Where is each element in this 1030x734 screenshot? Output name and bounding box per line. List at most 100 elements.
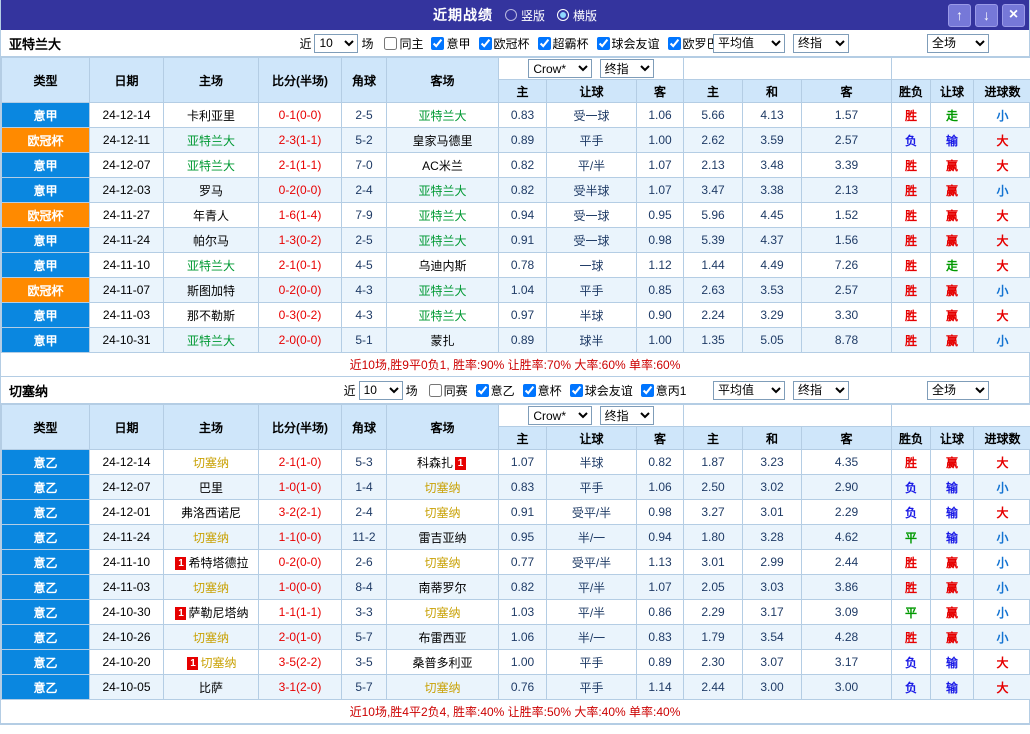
team-label: 切塞纳 <box>192 530 229 545</box>
avg-home: 2.24 <box>683 302 744 328</box>
league-filter-checkbox[interactable] <box>478 36 492 50</box>
league-filter-checkbox[interactable] <box>569 383 583 397</box>
odds-period-select[interactable]: 终指 <box>599 59 654 78</box>
score-cell: 1-0(0-0) <box>258 574 342 600</box>
league-filter[interactable]: 同赛 <box>428 382 468 399</box>
match-row: 意乙 24-10-26 切塞纳 2-0(1-0) 5-7 布雷西亚 1.06 半/一 0.83 1… <box>1 624 1030 650</box>
match-count-select[interactable]: 10 <box>314 33 359 53</box>
corner-cell: 7-0 <box>341 152 387 178</box>
home-team-cell: 比萨 <box>163 674 259 700</box>
result-wdl: 胜 <box>891 227 932 253</box>
col-result-handicap: 让球 <box>930 79 975 103</box>
team-label: 那不勒斯 <box>186 308 235 323</box>
odds-source-select[interactable]: Crow* <box>528 59 593 78</box>
league-filter-checkbox[interactable] <box>667 36 681 50</box>
avg-period-select[interactable]: 终指 <box>793 33 849 53</box>
games-label: 场 <box>405 383 418 398</box>
result-goals: 大 <box>973 127 1030 153</box>
result-wdl: 胜 <box>891 574 932 600</box>
result-wdl: 负 <box>891 474 932 500</box>
col-date: 日期 <box>89 404 164 450</box>
layout-option-horizontal[interactable]: 横版 <box>557 7 597 24</box>
corner-cell: 3-3 <box>341 599 387 625</box>
col-odds-home: 主 <box>498 79 547 103</box>
scope-select[interactable]: 全场 <box>927 33 989 53</box>
corner-cell: 2-4 <box>341 499 387 525</box>
corner-cell: 8-4 <box>341 574 387 600</box>
away-team-cell: AC米兰 <box>386 152 499 178</box>
league-filter-checkbox[interactable] <box>428 383 442 397</box>
league-filter[interactable]: 球会友谊 <box>569 382 633 399</box>
result-goals: 大 <box>973 649 1030 675</box>
league-filter-label: 意杯 <box>537 383 562 398</box>
league-filter[interactable]: 意甲 <box>431 35 471 52</box>
match-count-select[interactable]: 10 <box>358 380 403 400</box>
league-filter[interactable]: 意杯 <box>522 382 562 399</box>
layout-option-vertical[interactable]: 竖版 <box>504 7 545 24</box>
odds-source-select[interactable]: Crow* <box>528 406 593 425</box>
avg-home: 2.13 <box>683 152 744 178</box>
league-filter[interactable]: 超霸杯 <box>537 35 589 52</box>
col-score: 比分(半场) <box>258 57 342 103</box>
home-team-cell: 年青人 <box>163 202 259 228</box>
home-team-cell: 巴里 <box>163 474 259 500</box>
avg-home: 3.47 <box>683 177 744 203</box>
match-row: 意甲 24-12-07 亚特兰大 2-1(1-1) 7-0 AC米兰 0.82 平/半 1.07… <box>1 152 1030 178</box>
league-filter[interactable]: 欧冠杯 <box>478 35 530 52</box>
team-label: 亚特兰大 <box>418 283 467 298</box>
match-date: 24-12-01 <box>89 499 164 525</box>
handicap: 平手 <box>546 277 637 303</box>
col-avg-away: 客 <box>801 79 893 103</box>
avg-draw: 3.00 <box>742 674 803 700</box>
avg-away: 2.90 <box>801 474 893 500</box>
odds-away: 0.85 <box>635 277 685 303</box>
scope-select[interactable]: 全场 <box>927 380 989 400</box>
league-badge: 意甲 <box>1 102 90 128</box>
league-filter-label: 同主 <box>399 36 424 51</box>
radio-icon <box>557 9 569 21</box>
move-up-button[interactable]: ↑ <box>948 3 971 27</box>
league-filter-label: 意丙1 <box>655 383 687 398</box>
result-wdl: 胜 <box>891 252 932 278</box>
league-filter-checkbox[interactable] <box>596 36 610 50</box>
avg-period-select[interactable]: 终指 <box>793 380 849 400</box>
away-team-cell: 南蒂罗尔 <box>386 574 499 600</box>
summary-line: 近10场,胜4平2负4, 胜率:40% 让胜率:50% 大率:40% 单率:40… <box>1 700 1029 724</box>
col-odds-away: 客 <box>635 79 685 103</box>
league-filter[interactable]: 意丙1 <box>640 382 687 399</box>
col-handicap: 让球 <box>546 426 637 450</box>
away-team-cell: 亚特兰大 <box>386 227 499 253</box>
league-filter[interactable]: 同主 <box>384 35 423 52</box>
odds-period-select[interactable]: 终指 <box>599 406 654 425</box>
league-filter-checkbox[interactable] <box>475 383 489 397</box>
league-filter[interactable]: 球会友谊 <box>596 35 660 52</box>
match-row: 欧冠杯 24-11-27 年青人 1-6(1-4) 7-9 亚特兰大 0.94 受一球 0.95… <box>1 202 1030 228</box>
result-handicap: 赢 <box>930 327 975 353</box>
league-filter-checkbox[interactable] <box>640 383 654 397</box>
league-badge: 意乙 <box>1 474 90 500</box>
match-date: 24-12-03 <box>89 177 164 203</box>
score-cell: 3-1(2-0) <box>258 674 342 700</box>
col-result-goals: 进球数 <box>973 426 1030 450</box>
score-cell: 2-0(1-0) <box>258 624 342 650</box>
col-result-handicap: 让球 <box>930 426 975 450</box>
avg-source-select[interactable]: 平均值 <box>713 33 785 53</box>
result-wdl: 负 <box>891 674 932 700</box>
odds-away: 1.07 <box>635 574 685 600</box>
team-label: 帕尔马 <box>192 233 229 248</box>
match-row: 意乙 24-10-30 1 萨勒尼塔纳 1-1(1-1) 3-3 切塞纳 1.03 平/半 0.8… <box>1 599 1030 625</box>
odds-home: 0.82 <box>498 574 547 600</box>
league-filter-checkbox[interactable] <box>431 36 445 50</box>
handicap: 球半 <box>546 327 637 353</box>
avg-draw: 4.37 <box>742 227 803 253</box>
league-filter-checkbox[interactable] <box>522 383 536 397</box>
avg-source-select[interactable]: 平均值 <box>713 380 785 400</box>
odds-home: 0.82 <box>498 152 547 178</box>
league-filter[interactable]: 意乙 <box>475 382 515 399</box>
league-filter-checkbox[interactable] <box>384 36 398 50</box>
team-section-atalanta: 亚特兰大 近 10 场 同主 意甲 欧冠杯 超霸杯 球会友谊 欧罗巴杯 平均值 终指 全场 <box>1 30 1030 377</box>
close-button[interactable]: × <box>1002 3 1025 27</box>
move-down-button[interactable]: ↓ <box>975 3 998 27</box>
team-label: 斯图加特 <box>186 283 235 298</box>
league-filter-checkbox[interactable] <box>537 36 551 50</box>
